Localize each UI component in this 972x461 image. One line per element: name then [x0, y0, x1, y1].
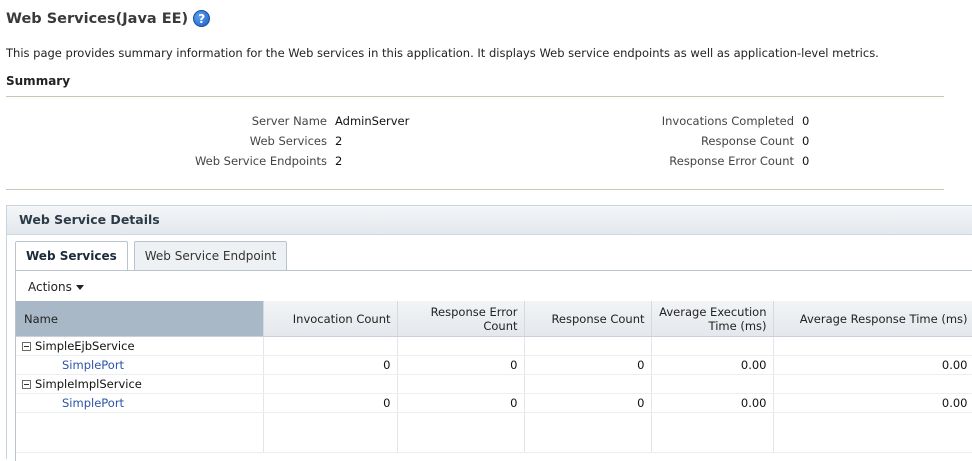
service-name: SimpleEjbService [35, 339, 135, 353]
column-header-response-error-count[interactable]: Response Error Count [397, 301, 525, 337]
tab-web-service-endpoint[interactable]: Web Service Endpoint [133, 241, 288, 270]
service-name-cell: SimpleEjbService [16, 336, 264, 356]
invocation-count-cell: 0 [263, 355, 398, 375]
collapse-icon[interactable] [22, 342, 31, 351]
summary-label: Response Count [700, 134, 794, 148]
column-header-response-count[interactable]: Response Count [524, 301, 652, 337]
endpoint-link[interactable]: SimplePort [62, 396, 124, 410]
summary-label: Response Error Count [669, 154, 794, 168]
summary-value: 0 [802, 134, 810, 148]
table-group-row: SimpleImplService [16, 374, 972, 394]
table-row: SimplePort 0 0 0 0.00 0.00 [16, 393, 972, 413]
column-header-invocation-count[interactable]: Invocation Count [263, 301, 398, 337]
endpoint-name-cell: SimplePort [16, 355, 264, 375]
page-title: Web Services(Java EE) ? [6, 10, 211, 27]
avg-execution-time-cell: 0.00 [651, 355, 774, 375]
summary-value: 0 [802, 154, 810, 168]
avg-execution-time-cell: 0.00 [651, 393, 774, 413]
summary-label: Invocations Completed [661, 114, 794, 128]
summary-value: AdminServer [335, 114, 410, 128]
web-service-details-panel: Web Service Details Web Services Web Ser… [6, 205, 972, 461]
service-name: SimpleImplService [35, 377, 142, 391]
response-error-count-cell: 0 [397, 393, 525, 413]
summary-label: Web Service Endpoints [194, 154, 327, 168]
summary-heading: Summary [6, 74, 71, 88]
details-heading: Web Service Details [7, 206, 972, 235]
chevron-down-icon [75, 284, 84, 290]
avg-response-time-cell: 0.00 [773, 393, 972, 413]
summary-value: 0 [802, 114, 810, 128]
page-title-text: Web Services(Java EE) [6, 10, 189, 27]
collapse-icon[interactable] [22, 380, 31, 389]
tab-web-services[interactable]: Web Services [15, 241, 128, 272]
details-tabs: Web Services Web Service Endpoint [15, 241, 293, 272]
avg-response-time-cell: 0.00 [773, 355, 972, 375]
table-row: SimplePort 0 0 0 0.00 0.00 [16, 355, 972, 375]
response-count-cell: 0 [524, 355, 652, 375]
summary-label: Server Name [251, 114, 327, 128]
summary-value: 2 [335, 154, 343, 168]
service-name-cell: SimpleImplService [16, 374, 264, 394]
page-description: This page provides summary information f… [6, 46, 879, 60]
column-header-name[interactable]: Name [16, 301, 264, 337]
table-group-row: SimpleEjbService [16, 336, 972, 356]
column-header-avg-response-time[interactable]: Average Response Time (ms) [773, 301, 972, 337]
actions-menu-button[interactable]: Actions [28, 280, 84, 294]
response-count-cell: 0 [524, 393, 652, 413]
question-mark-icon[interactable]: ? [193, 10, 211, 27]
endpoint-name-cell: SimplePort [16, 393, 264, 413]
actions-label: Actions [28, 280, 72, 294]
endpoint-link[interactable]: SimplePort [62, 358, 124, 372]
summary-label: Web Services [249, 134, 327, 148]
invocation-count-cell: 0 [263, 393, 398, 413]
web-services-table: Name Invocation Count Response Error Cou… [16, 301, 972, 453]
column-header-avg-execution-time[interactable]: Average Execution Time (ms) [651, 301, 774, 337]
summary-divider [6, 96, 944, 97]
table-header-row: Name Invocation Count Response Error Cou… [16, 301, 972, 337]
table-empty-area [16, 412, 972, 453]
web-services-tab-panel: Actions Name Invocation Count Response E… [15, 270, 972, 461]
summary-bottom-divider [6, 189, 944, 190]
response-error-count-cell: 0 [397, 355, 525, 375]
summary-value: 2 [335, 134, 343, 148]
